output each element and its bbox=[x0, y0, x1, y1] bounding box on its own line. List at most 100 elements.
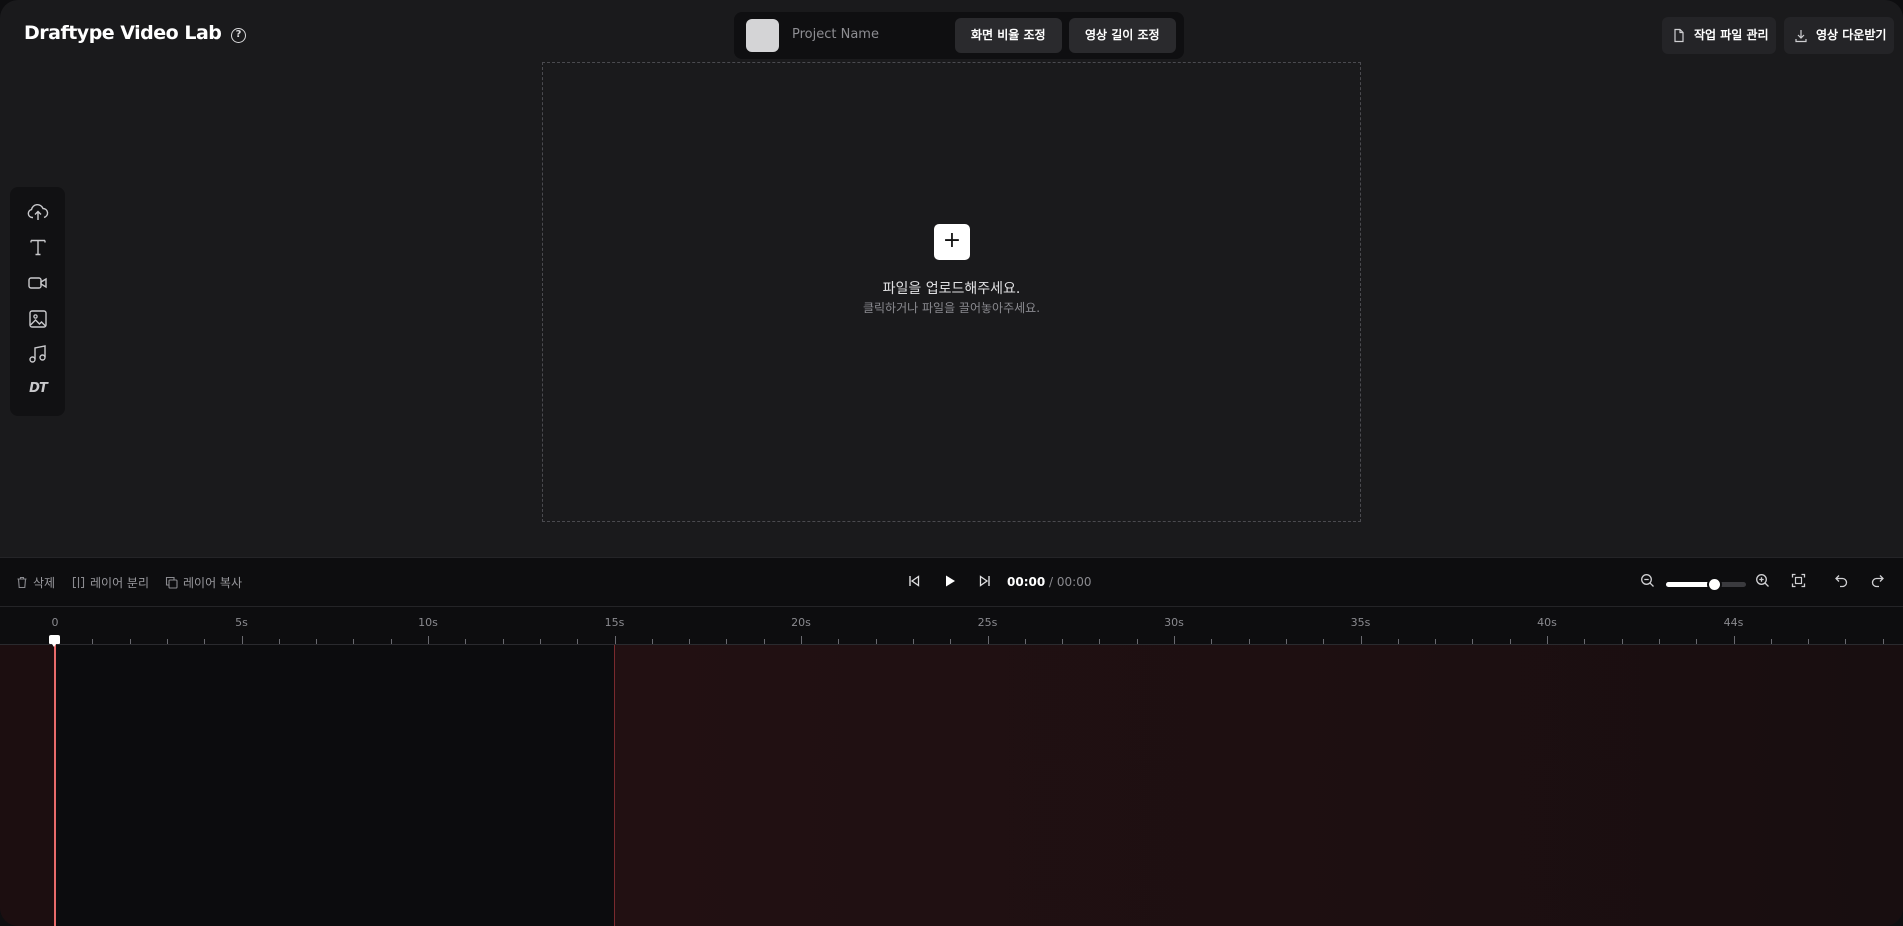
ruler-tick bbox=[1845, 639, 1847, 644]
playhead-line bbox=[54, 637, 56, 926]
file-icon bbox=[1674, 28, 1684, 43]
ruler-tick bbox=[651, 639, 653, 644]
ruler-label: 44s bbox=[1723, 616, 1744, 629]
timecode: 00:00 / 00:00 bbox=[1007, 575, 1091, 589]
ruler-label: 25s bbox=[977, 616, 998, 629]
ruler-tick bbox=[726, 639, 728, 644]
help-icon[interactable]: ? bbox=[231, 28, 246, 43]
total-time: 00:00 bbox=[1056, 575, 1092, 589]
trash-icon bbox=[17, 576, 27, 589]
copy-icon bbox=[165, 576, 178, 589]
download-icon bbox=[1795, 30, 1807, 43]
ruler-tick bbox=[1174, 636, 1175, 644]
ruler-tick bbox=[428, 636, 429, 644]
fit-screen-icon[interactable] bbox=[1791, 573, 1806, 592]
project-bar: Project Name 화면 비율 조정 영상 길이 조정 bbox=[734, 12, 1184, 59]
timeline-tracks[interactable] bbox=[0, 645, 1903, 926]
ruler-tick bbox=[1248, 639, 1250, 644]
ruler-tick bbox=[1696, 639, 1698, 644]
ruler-label: 40s bbox=[1537, 616, 1557, 629]
playhead-handle[interactable] bbox=[49, 635, 60, 647]
ruler-tick bbox=[465, 639, 467, 644]
split-layer-button[interactable]: 레이어 분리 bbox=[72, 574, 149, 591]
ruler-tick bbox=[1360, 636, 1362, 644]
ruler-tick bbox=[1584, 639, 1586, 644]
ruler-tick bbox=[1285, 639, 1287, 644]
ruler-tick bbox=[1882, 639, 1884, 644]
timeline-toolbar: 삭제 레이어 분리 레이어 복사 00:00 / 00:00 bbox=[0, 557, 1903, 607]
download-button[interactable]: 영상 다운받기 bbox=[1784, 17, 1894, 54]
play-icon[interactable] bbox=[943, 573, 957, 592]
aspect-ratio-button[interactable]: 화면 비율 조정 bbox=[955, 18, 1062, 53]
dt-logo-icon[interactable]: DT bbox=[26, 377, 50, 401]
music-icon[interactable] bbox=[26, 342, 50, 366]
ruler-tick bbox=[875, 639, 877, 644]
text-icon[interactable] bbox=[26, 235, 50, 259]
download-label: 영상 다운받기 bbox=[1816, 28, 1887, 42]
ruler-label: 35s bbox=[1350, 616, 1371, 629]
upload-subtitle: 클릭하거나 파일을 끌어놓아주세요. bbox=[862, 301, 1041, 315]
skip-forward-icon[interactable] bbox=[978, 573, 992, 592]
redo-icon[interactable] bbox=[1870, 573, 1885, 592]
zoom-in-icon[interactable] bbox=[1755, 573, 1770, 592]
ruler-label: 15s bbox=[604, 616, 625, 629]
add-file-button[interactable]: + bbox=[934, 224, 970, 260]
project-thumbnail[interactable] bbox=[746, 19, 779, 52]
ruler-tick bbox=[502, 639, 504, 644]
ruler-label: 30s bbox=[1164, 616, 1184, 629]
ruler-tick bbox=[166, 639, 168, 644]
ruler-tick bbox=[577, 639, 579, 644]
ruler-label: 10s bbox=[418, 616, 438, 629]
timeline-ruler[interactable]: 0 5s 10s 15s 20s 25s 30s 35s 40s 44s bbox=[0, 607, 1903, 645]
upload-cloud-icon[interactable] bbox=[26, 200, 50, 224]
ruler-tick bbox=[316, 639, 318, 644]
ruler-tick bbox=[1472, 639, 1474, 644]
ruler-tick bbox=[763, 639, 765, 644]
image-icon[interactable] bbox=[26, 307, 50, 331]
current-time: 00:00 bbox=[1007, 575, 1046, 589]
manage-files-button[interactable]: 작업 파일 관리 bbox=[1662, 17, 1776, 54]
delete-label: 삭제 bbox=[33, 576, 56, 590]
ruler-tick bbox=[1770, 639, 1772, 644]
app-title: Draftype Video Lab bbox=[24, 22, 222, 44]
zoom-slider[interactable] bbox=[1666, 577, 1746, 592]
delete-button[interactable]: 삭제 bbox=[16, 574, 55, 591]
split-layer-label: 레이어 분리 bbox=[90, 576, 150, 590]
time-separator: / bbox=[1045, 575, 1057, 589]
ruler-tick bbox=[539, 639, 541, 644]
copy-layer-label: 레이어 복사 bbox=[183, 576, 243, 590]
ruler-tick bbox=[689, 639, 691, 644]
ruler-tick bbox=[92, 639, 94, 644]
video-icon[interactable] bbox=[26, 271, 50, 295]
app-window: Draftype Video Lab ? Project Name 화면 비율 … bbox=[0, 0, 1903, 926]
project-name-field[interactable]: Project Name bbox=[792, 27, 879, 42]
ruler-tick bbox=[1136, 639, 1138, 644]
ruler-label: 0 bbox=[51, 616, 59, 629]
ruler-tick bbox=[1808, 639, 1810, 644]
ruler-tick bbox=[1547, 636, 1548, 644]
skip-back-icon[interactable] bbox=[907, 573, 921, 592]
ruler-tick bbox=[614, 636, 616, 644]
zoom-out-icon[interactable] bbox=[1640, 573, 1655, 592]
ruler-label: 20s bbox=[791, 616, 811, 629]
undo-icon[interactable] bbox=[1834, 573, 1849, 592]
copy-layer-button[interactable]: 레이어 복사 bbox=[165, 574, 242, 591]
split-icon bbox=[72, 576, 85, 589]
ruler-tick bbox=[1397, 639, 1399, 644]
duration-button[interactable]: 영상 길이 조정 bbox=[1069, 18, 1176, 53]
ruler-tick bbox=[1323, 639, 1325, 644]
ruler-tick bbox=[390, 639, 392, 644]
ruler-tick bbox=[204, 639, 206, 644]
ruler-tick bbox=[1509, 639, 1511, 644]
tool-sidebar: DT bbox=[10, 187, 65, 416]
ruler-tick bbox=[1211, 639, 1213, 644]
upload-dropzone[interactable]: + 파일을 업로드해주세요. 클릭하거나 파일을 끌어놓아주세요. bbox=[542, 62, 1361, 522]
ruler-tick bbox=[801, 636, 802, 644]
zoom-slider-handle[interactable] bbox=[1707, 577, 1722, 592]
manage-files-label: 작업 파일 관리 bbox=[1694, 28, 1769, 42]
ruler-tick bbox=[1435, 639, 1437, 644]
ruler-tick bbox=[1621, 639, 1623, 644]
ruler-tick bbox=[1099, 639, 1101, 644]
ruler-tick bbox=[1062, 639, 1064, 644]
ruler-tick bbox=[1658, 639, 1660, 644]
